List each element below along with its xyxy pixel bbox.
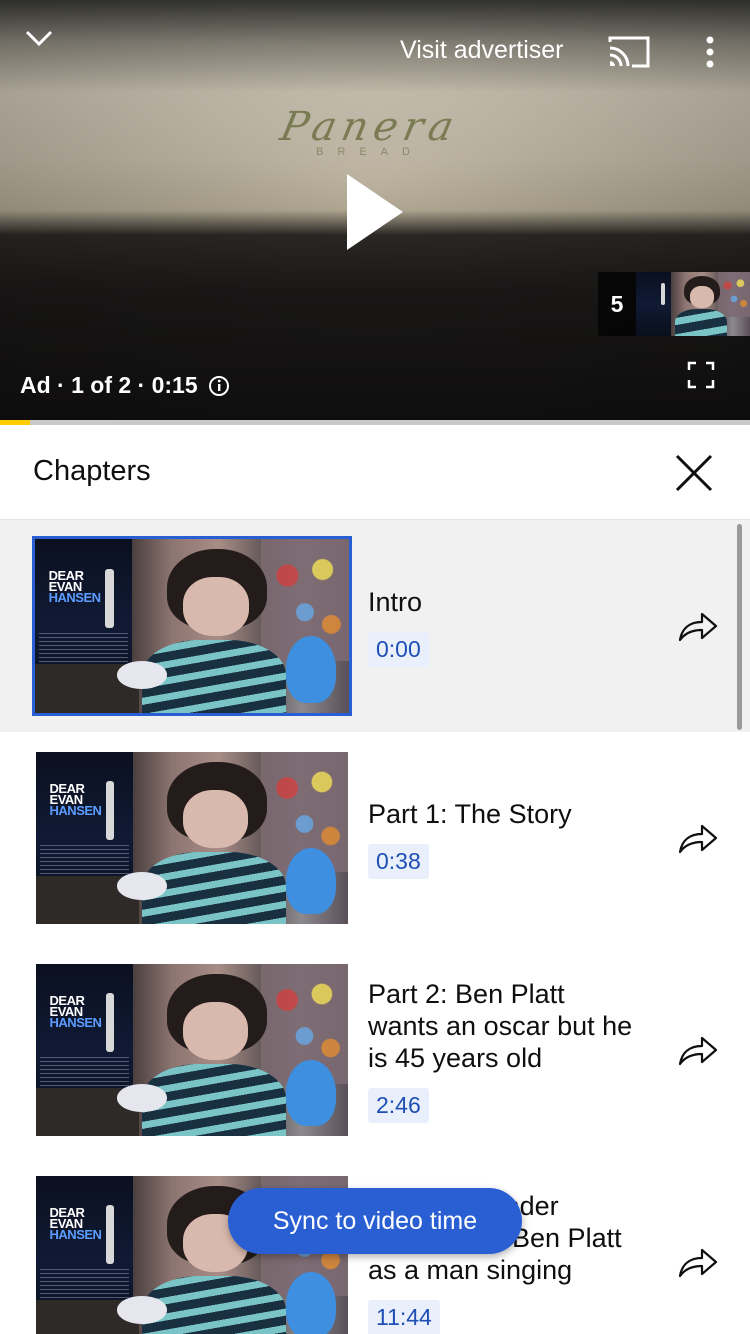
chapter-thumbnail[interactable]: DEAR EVAN HANSEN — [32, 536, 352, 716]
share-icon — [678, 1248, 718, 1278]
chapter-item[interactable]: DEAR EVAN HANSEN Part 1: The Story 0:38 — [0, 732, 750, 944]
share-icon — [678, 612, 718, 642]
poster-title-line: HANSEN — [49, 1226, 102, 1242]
share-icon — [678, 824, 718, 854]
share-chapter-button[interactable] — [676, 608, 720, 646]
ad-brand-logo: Panera BREAD — [276, 104, 464, 158]
info-icon[interactable] — [208, 375, 230, 397]
up-next-thumbnail — [636, 272, 750, 336]
share-chapter-button[interactable] — [676, 1244, 720, 1282]
poster-title-line: HANSEN — [49, 802, 102, 818]
sync-to-video-time-button[interactable]: Sync to video time — [228, 1188, 522, 1254]
chapter-title: Intro — [368, 586, 423, 617]
video-player[interactable]: Panera BREAD Visit advertiser 5 Ad · 1 o… — [0, 0, 750, 420]
fullscreen-icon — [687, 361, 715, 389]
chapter-item[interactable]: DEAR EVAN HANSEN Part 2: Ben Platt wants a… — [0, 944, 750, 1156]
close-icon — [675, 454, 713, 492]
chapter-item[interactable]: DEAR EVAN HANSEN Intro 0:00 — [0, 520, 750, 732]
close-chapters-button[interactable] — [674, 453, 714, 493]
scrollbar[interactable] — [737, 524, 742, 730]
up-next-preview[interactable]: 5 — [598, 272, 750, 336]
chapter-title: Part 1: The Story — [368, 798, 572, 829]
chevron-down-icon — [25, 30, 53, 47]
cast-icon — [608, 36, 650, 68]
chapters-header: Chapters — [0, 425, 750, 520]
chapter-title: Part 2: Ben Platt wants an oscar but he … — [368, 978, 633, 1073]
play-button[interactable] — [340, 170, 410, 254]
chapter-thumbnail[interactable]: DEAR EVAN HANSEN — [36, 752, 348, 924]
cast-button[interactable] — [606, 34, 652, 70]
collapse-player-button[interactable] — [22, 26, 56, 52]
chapter-timestamp[interactable]: 0:00 — [368, 631, 429, 667]
more-vert-icon — [706, 36, 714, 68]
share-chapter-button[interactable] — [676, 820, 720, 858]
poster-title-line: HANSEN — [49, 1014, 102, 1030]
ad-info[interactable]: Ad · 1 of 2 · 0:15 — [20, 372, 230, 399]
skip-countdown: 5 — [610, 290, 624, 317]
share-chapter-button[interactable] — [676, 1032, 720, 1070]
chapter-timestamp[interactable]: 2:46 — [368, 1087, 429, 1123]
chapter-thumbnail[interactable]: DEAR EVAN HANSEN — [36, 964, 348, 1136]
visit-advertiser-link[interactable]: Visit advertiser — [400, 36, 564, 65]
fullscreen-button[interactable] — [686, 360, 716, 390]
more-options-button[interactable] — [694, 32, 726, 72]
chapter-timestamp[interactable]: 0:38 — [368, 843, 429, 879]
chapter-timestamp[interactable]: 11:44 — [368, 1299, 440, 1334]
share-icon — [678, 1036, 718, 1066]
ad-info-text: Ad · 1 of 2 · 0:15 — [20, 372, 198, 398]
chapters-title: Chapters — [33, 455, 151, 487]
play-icon — [347, 174, 403, 250]
poster-title-line: HANSEN — [48, 590, 101, 606]
